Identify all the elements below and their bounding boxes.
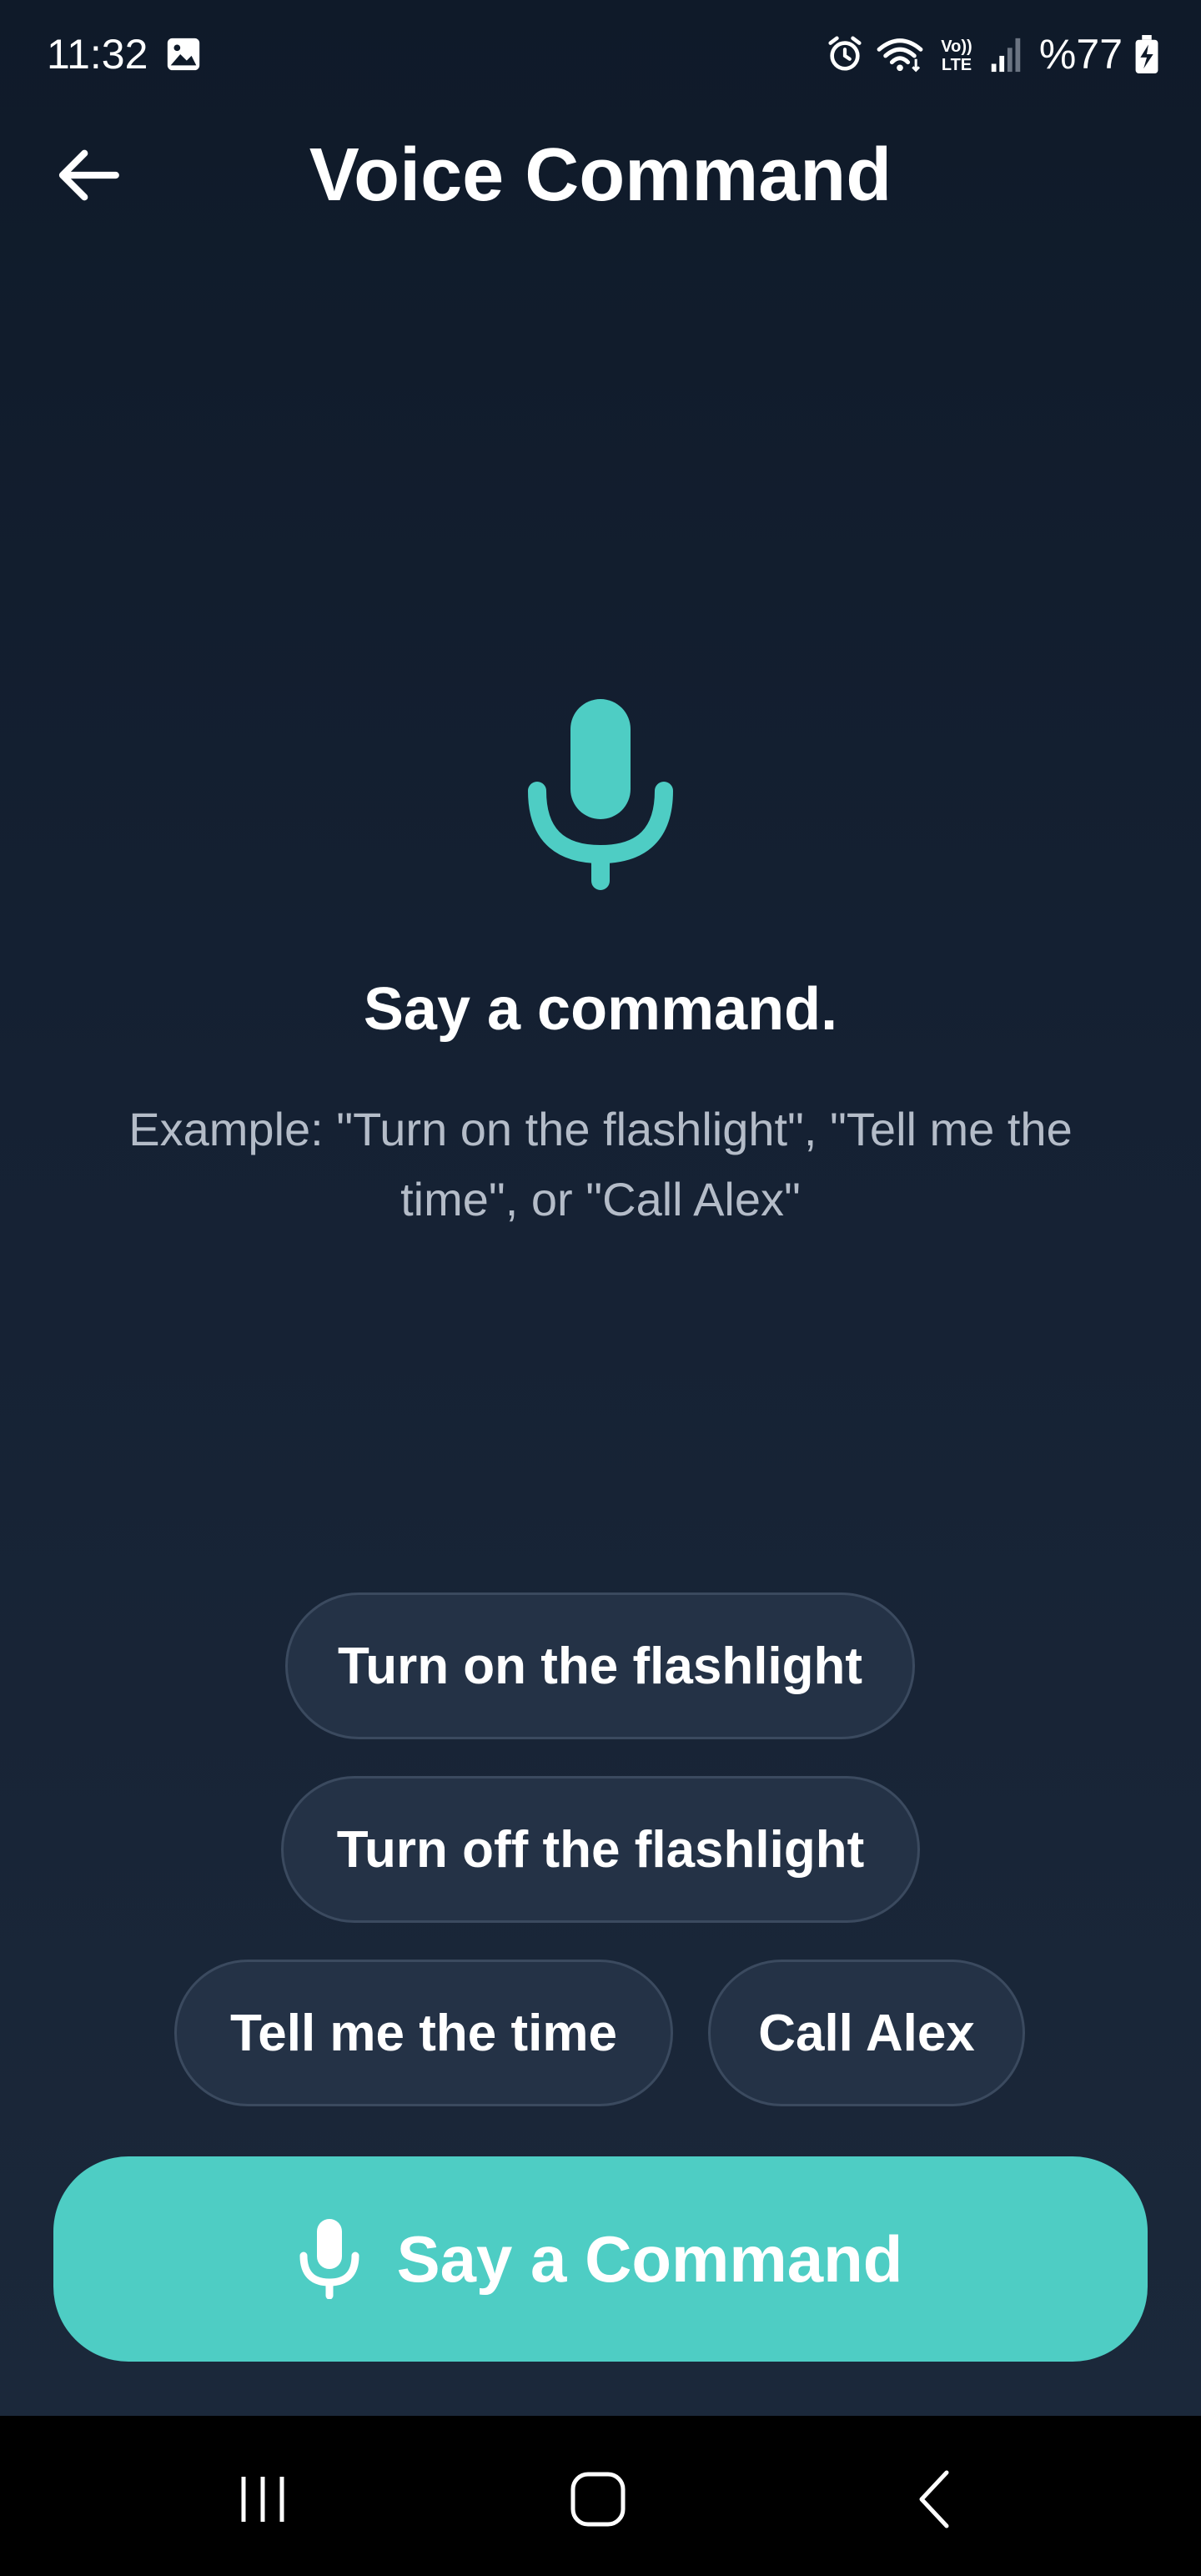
svg-text:LTE: LTE bbox=[942, 56, 972, 74]
app-bar: Voice Command bbox=[0, 117, 1201, 234]
home-icon bbox=[570, 2472, 626, 2527]
prompt-example: Example: "Turn on the flashlight", "Tell… bbox=[128, 1103, 1073, 1225]
prompt-heading: Say a command. bbox=[363, 976, 838, 1043]
status-bar: 11:32 Vo)) LTE %77 bbox=[0, 0, 1201, 108]
suggestion-chip[interactable]: Tell me the time bbox=[174, 1960, 673, 2106]
recent-apps-icon bbox=[241, 2477, 284, 2522]
status-time: 11:32 bbox=[47, 31, 148, 78]
nav-back-button[interactable] bbox=[884, 2458, 984, 2541]
suggestion-chip[interactable]: Turn on the flashlight bbox=[285, 1592, 915, 1739]
suggestion-chip[interactable]: Turn off the flashlight bbox=[281, 1776, 920, 1923]
recent-apps-button[interactable] bbox=[213, 2458, 313, 2541]
say-command-label: Say a Command bbox=[396, 2221, 903, 2296]
microphone-icon bbox=[299, 2219, 359, 2299]
gallery-icon bbox=[167, 38, 200, 71]
battery-charging-icon bbox=[1135, 35, 1158, 73]
signal-icon bbox=[991, 38, 1021, 73]
suggestion-chip[interactable]: Call Alex bbox=[708, 1960, 1025, 2106]
status-icons: Vo)) LTE %77 bbox=[826, 25, 1159, 83]
svg-text:Vo)): Vo)) bbox=[941, 38, 972, 56]
home-button[interactable] bbox=[548, 2458, 648, 2541]
say-command-button[interactable]: Say a Command bbox=[53, 2156, 1148, 2362]
battery-level: %77 bbox=[1038, 31, 1123, 78]
alarm-icon bbox=[828, 36, 862, 71]
voice-command-screen: 11:32 Vo)) LTE %77 Voice Command Say a c… bbox=[0, 0, 1201, 2416]
system-nav-bar bbox=[0, 2416, 1201, 2576]
page-title: Voice Command bbox=[309, 133, 892, 217]
volte-icon: Vo)) LTE bbox=[941, 38, 972, 74]
back-icon bbox=[919, 2470, 949, 2528]
microphone-icon bbox=[528, 699, 673, 890]
wifi-icon bbox=[877, 38, 923, 73]
